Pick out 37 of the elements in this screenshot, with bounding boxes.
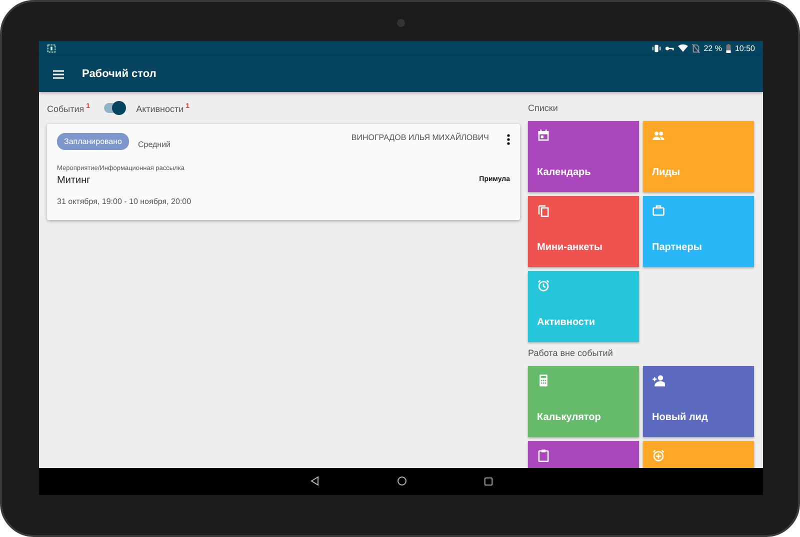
menu-tile[interactable]: Партнеры (643, 196, 754, 267)
person-add-icon (652, 374, 665, 387)
menu-tile[interactable]: Калькулятор (528, 366, 639, 437)
filter-label: События $^{1}$ (47, 102, 90, 114)
briefcase-icon (652, 204, 665, 217)
menu-tile[interactable]: Мини-анкеты (528, 196, 639, 267)
battery-percent: 22 % (704, 44, 722, 53)
copy-icon (537, 204, 550, 217)
alarm-clock-icon (537, 279, 550, 292)
key-icon (664, 44, 674, 53)
status-chip: Запланировано (57, 133, 129, 150)
section-heading: Списки (528, 102, 559, 115)
toggle-switch[interactable] (104, 103, 124, 113)
priority-label: Средний (138, 140, 171, 149)
alarm-add-icon (652, 449, 665, 462)
wifi-icon (678, 44, 688, 53)
clipboard-icon (537, 449, 550, 462)
menu-tile[interactable]: Новый лид (643, 366, 754, 437)
clock-time: 10:50 (734, 44, 755, 53)
owner-name: ВИНОГРАДОВ ИЛЬЯ МИХАЙЛОВИЧ (351, 133, 489, 142)
section-heading: Работа вне событий (528, 347, 614, 360)
battery-icon (726, 44, 731, 53)
app-notification-icon (47, 44, 56, 53)
menu-tile[interactable]: Лиды (643, 121, 754, 192)
vibrate-icon (652, 44, 661, 53)
calculator-icon (537, 374, 550, 387)
event-title: Митинг (57, 175, 90, 186)
menu-tile[interactable]: Календарь (528, 121, 639, 192)
event-dates: 31 октября, 19:00 - 10 ноября, 20:00 (57, 197, 192, 206)
people-icon (652, 129, 665, 142)
more-options-icon[interactable] (507, 133, 510, 148)
camera-icon (397, 19, 405, 27)
filter-label: Активности $^{1}$ (136, 102, 190, 114)
screen-title: Рабочий стол (82, 68, 156, 80)
menu-tile[interactable]: Активности (528, 271, 639, 342)
no-sim-icon (692, 44, 700, 53)
calendar-icon (537, 129, 550, 142)
